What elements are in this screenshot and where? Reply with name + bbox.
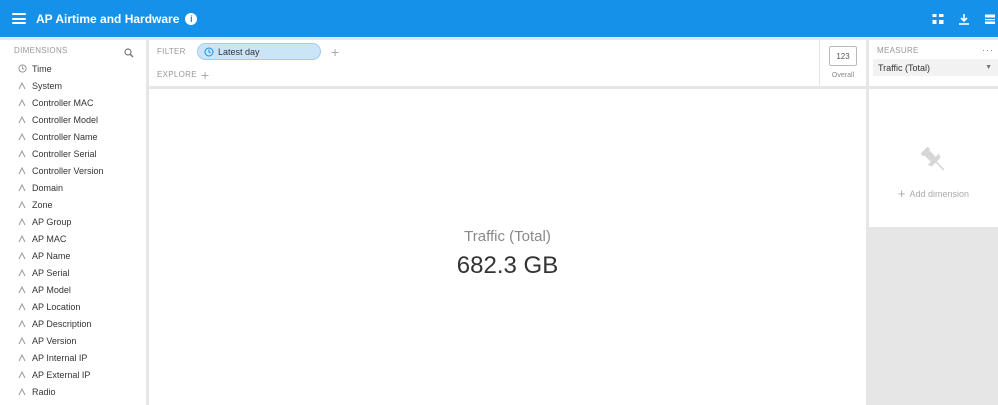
overall-button[interactable]: 123 xyxy=(829,46,857,66)
measure-select-value: Traffic (Total) xyxy=(878,62,931,73)
dimension-item-label: Controller Serial xyxy=(32,148,97,159)
string-icon xyxy=(17,370,27,379)
hamburger-menu-icon[interactable] xyxy=(12,13,26,24)
dimension-item-label: Controller Version xyxy=(32,165,104,176)
dimension-item[interactable]: AP Internal IP xyxy=(0,349,146,366)
overall-toggle: 123 Overall xyxy=(819,40,866,86)
filter-label: FILTER xyxy=(157,47,186,56)
dimension-item-label: AP External IP xyxy=(32,369,91,380)
explore-label: EXPLORE xyxy=(157,70,197,79)
dimension-item-label: AP Serial xyxy=(32,267,70,278)
dimension-item[interactable]: Controller MAC xyxy=(0,94,146,111)
filter-pill-latest-day[interactable]: Latest day xyxy=(197,43,321,60)
dimension-item[interactable]: AP Location xyxy=(0,298,146,315)
search-icon[interactable] xyxy=(124,45,134,58)
dimensions-panel: DIMENSIONS Time System Controller MAC Contr… xyxy=(0,40,146,405)
dimension-item-label: AP Location xyxy=(32,301,81,312)
overall-label: Overall xyxy=(831,72,855,79)
string-icon xyxy=(17,217,27,226)
info-icon[interactable]: i xyxy=(185,12,198,25)
string-icon xyxy=(17,268,27,277)
dimension-item[interactable]: AP Version xyxy=(0,332,146,349)
string-icon xyxy=(17,115,27,124)
dimension-item[interactable]: AP Model xyxy=(0,281,146,298)
filter-explore-bar: FILTER Latest day + EXPLORE + xyxy=(149,40,819,86)
filter-pill-label: Latest day xyxy=(218,46,260,57)
dimension-item[interactable]: Controller Model xyxy=(0,111,146,128)
dimensions-label: DIMENSIONS xyxy=(14,45,68,55)
dimension-item-label: System xyxy=(32,80,63,91)
clock-icon xyxy=(204,47,214,57)
chevron-down-icon: ▼ xyxy=(985,64,992,71)
dimension-item-label: AP Group xyxy=(32,216,72,227)
dimension-item-label: AP Version xyxy=(32,335,77,346)
string-icon xyxy=(17,319,27,328)
dimension-item[interactable]: Controller Serial xyxy=(0,145,146,162)
dimension-item[interactable]: Radio xyxy=(0,383,146,400)
dimension-item[interactable]: AP Name xyxy=(0,247,146,264)
pin-icon xyxy=(917,143,951,177)
add-explore-icon[interactable]: + xyxy=(201,68,209,82)
dimension-item-label: AP Internal IP xyxy=(32,352,88,363)
dimension-item-label: Controller Name xyxy=(32,131,98,142)
add-dimension-button[interactable]: + Add dimension xyxy=(898,187,969,200)
top-bar: AP Airtime and Hardware i xyxy=(0,0,998,37)
dimension-item-label: Controller Model xyxy=(32,114,99,125)
string-icon xyxy=(17,200,27,209)
add-dimension-label: Add dimension xyxy=(909,188,970,199)
string-icon xyxy=(17,251,27,260)
string-icon xyxy=(17,98,27,107)
string-icon xyxy=(17,387,27,396)
clock-icon xyxy=(17,64,27,73)
pinboard-panel: + Add dimension xyxy=(869,89,998,227)
dimension-item[interactable]: Time xyxy=(0,60,146,77)
dimension-item[interactable]: Zone xyxy=(0,196,146,213)
split-icon[interactable] xyxy=(932,12,944,25)
page-title: AP Airtime and Hardware xyxy=(36,11,180,26)
string-icon xyxy=(17,132,27,141)
string-icon xyxy=(17,81,27,90)
visualization-area: Traffic (Total) 682.3 GB xyxy=(149,89,866,405)
dimension-item-label: Domain xyxy=(32,182,64,193)
string-icon xyxy=(17,234,27,243)
dimension-item[interactable]: AP External IP xyxy=(0,366,146,383)
dimension-item-label: AP Description xyxy=(32,318,92,329)
dimension-item[interactable]: System xyxy=(0,77,146,94)
string-icon xyxy=(17,149,27,158)
string-icon xyxy=(17,166,27,175)
dimension-item-label: AP Name xyxy=(32,250,71,261)
download-icon[interactable] xyxy=(958,13,970,25)
dimension-item-label: Zone xyxy=(32,199,53,210)
dimension-item-label: AP Model xyxy=(32,284,71,295)
dimension-item[interactable]: AP Serial xyxy=(0,264,146,281)
dimension-item[interactable]: AP MAC xyxy=(0,230,146,247)
string-icon xyxy=(17,353,27,362)
dimension-item-label: Time xyxy=(32,63,52,74)
plus-icon: + xyxy=(897,186,906,201)
string-icon xyxy=(17,183,27,192)
string-icon xyxy=(17,285,27,294)
string-icon xyxy=(17,336,27,345)
dimension-item[interactable]: AP Group xyxy=(0,213,146,230)
dimension-item-label: AP MAC xyxy=(32,233,67,244)
measure-panel: MEASURE ··· Traffic (Total) ▼ xyxy=(869,40,998,86)
more-icon[interactable]: ··· xyxy=(982,45,994,55)
dimension-item-label: Controller MAC xyxy=(32,97,94,108)
string-icon xyxy=(17,302,27,311)
dimension-list: Time System Controller MAC Controller Model… xyxy=(0,60,146,400)
dimension-item[interactable]: Domain xyxy=(0,179,146,196)
measure-value: 682.3 GB xyxy=(456,252,559,279)
measure-title: Traffic (Total) xyxy=(464,228,551,245)
settings-panel-icon[interactable] xyxy=(984,13,996,25)
add-filter-icon[interactable]: + xyxy=(331,45,339,59)
dimension-item[interactable]: Controller Version xyxy=(0,162,146,179)
measure-label: MEASURE xyxy=(877,45,919,55)
dimension-item[interactable]: Controller Name xyxy=(0,128,146,145)
measure-select[interactable]: Traffic (Total) ▼ xyxy=(873,59,998,76)
dimension-item-label: Radio xyxy=(32,386,56,397)
dimension-item[interactable]: AP Description xyxy=(0,315,146,332)
